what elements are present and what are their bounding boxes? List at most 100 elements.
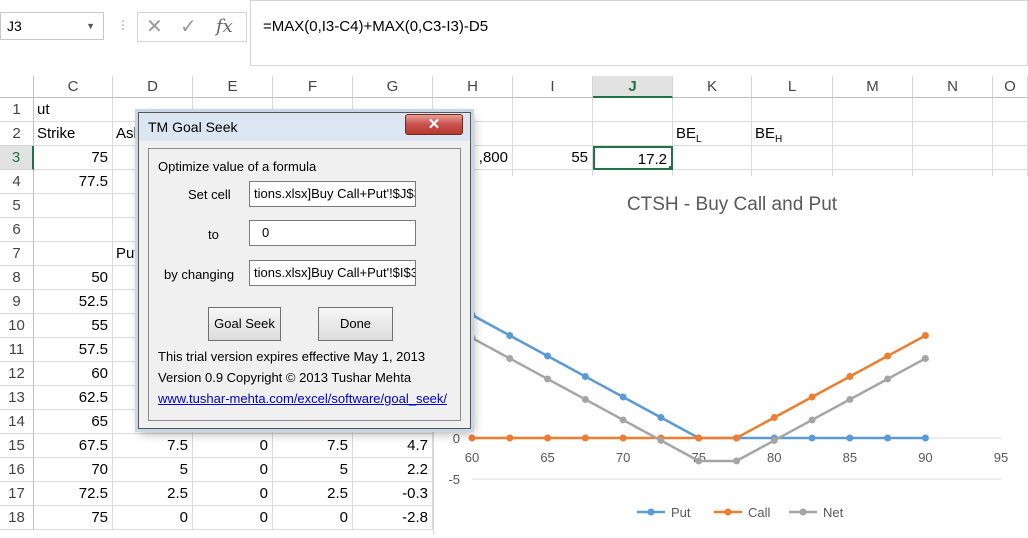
website-link[interactable]: www.tushar-mehta.com/excel/software/goal… bbox=[158, 391, 447, 406]
cell-d18[interactable]: 0 bbox=[113, 506, 193, 530]
row-header-5[interactable]: 5 bbox=[0, 194, 34, 218]
cell-f17[interactable]: 2.5 bbox=[273, 482, 353, 506]
cell-c3[interactable]: 75 bbox=[34, 146, 113, 170]
cell-f15[interactable]: 7.5 bbox=[273, 434, 353, 458]
grid-cell[interactable] bbox=[833, 122, 913, 146]
done-button[interactable]: Done bbox=[318, 307, 393, 341]
grid-cell[interactable] bbox=[913, 98, 993, 122]
column-header-i[interactable]: I bbox=[513, 76, 593, 98]
grid-cell[interactable] bbox=[34, 218, 113, 242]
row-header-4[interactable]: 4 bbox=[0, 170, 34, 194]
row-header-8[interactable]: 8 bbox=[0, 266, 34, 290]
grid-cell[interactable] bbox=[34, 194, 113, 218]
grid-cell[interactable] bbox=[993, 122, 1028, 146]
grid-cell[interactable] bbox=[673, 146, 752, 170]
row-header-1[interactable]: 1 bbox=[0, 98, 34, 122]
cell-c4[interactable]: 77.5 bbox=[34, 170, 113, 194]
cell-d17[interactable]: 2.5 bbox=[113, 482, 193, 506]
row-header-3[interactable]: 3 bbox=[0, 146, 34, 170]
cell-c14[interactable]: 65 bbox=[34, 410, 113, 434]
row-header-10[interactable]: 10 bbox=[0, 314, 34, 338]
row-header-17[interactable]: 17 bbox=[0, 482, 34, 506]
column-header-g[interactable]: G bbox=[353, 76, 433, 98]
cell-e18[interactable]: 0 bbox=[193, 506, 273, 530]
cell-d15[interactable]: 7.5 bbox=[113, 434, 193, 458]
row-header-13[interactable]: 13 bbox=[0, 386, 34, 410]
grid-cell[interactable] bbox=[993, 98, 1028, 122]
row-header-11[interactable]: 11 bbox=[0, 338, 34, 362]
grid-cell[interactable] bbox=[752, 98, 833, 122]
cell-c16[interactable]: 70 bbox=[34, 458, 113, 482]
column-header-d[interactable]: D bbox=[113, 76, 193, 98]
line-chart[interactable]: CTSH - Buy Call and Put0-560657075808590… bbox=[433, 176, 1028, 535]
cancel-icon[interactable]: ✕ bbox=[146, 15, 163, 39]
grid-cell[interactable] bbox=[34, 242, 113, 266]
cell-b1[interactable]: ut bbox=[34, 98, 113, 122]
cell-e16[interactable]: 0 bbox=[193, 458, 273, 482]
cell-c12[interactable]: 60 bbox=[34, 362, 113, 386]
row-header-16[interactable]: 16 bbox=[0, 458, 34, 482]
grid-cell[interactable] bbox=[593, 122, 673, 146]
column-header-f[interactable]: F bbox=[273, 76, 353, 98]
set-cell-input[interactable]: tions.xlsx]Buy Call+Put'!$J$3 bbox=[249, 181, 416, 207]
row-header-18[interactable]: 18 bbox=[0, 506, 34, 530]
row-header-15[interactable]: 15 bbox=[0, 434, 34, 458]
column-header-j[interactable]: J bbox=[593, 76, 673, 98]
name-box[interactable]: J3 ▼ bbox=[0, 12, 104, 40]
column-header-k[interactable]: K bbox=[673, 76, 752, 98]
grid-cell[interactable] bbox=[513, 98, 593, 122]
cell-c2[interactable]: Strike bbox=[34, 122, 113, 146]
row-header-7[interactable]: 7 bbox=[0, 242, 34, 266]
grid-cell[interactable] bbox=[833, 146, 913, 170]
cell-c15[interactable]: 67.5 bbox=[34, 434, 113, 458]
cell-k2[interactable]: BEL bbox=[673, 122, 752, 146]
grid-cell[interactable] bbox=[673, 98, 752, 122]
row-header-9[interactable]: 9 bbox=[0, 290, 34, 314]
chevron-down-icon[interactable]: ▼ bbox=[86, 13, 95, 39]
to-input[interactable]: 0 bbox=[249, 220, 416, 246]
enter-icon[interactable]: ✓ bbox=[180, 15, 197, 39]
goal-seek-button[interactable]: Goal Seek bbox=[208, 307, 281, 341]
column-header-e[interactable]: E bbox=[193, 76, 273, 98]
cell-c11[interactable]: 57.5 bbox=[34, 338, 113, 362]
drag-handle-icon[interactable]: ⋮ bbox=[117, 18, 129, 32]
cell-c9[interactable]: 52.5 bbox=[34, 290, 113, 314]
column-header-h[interactable]: H bbox=[433, 76, 513, 98]
column-header-o[interactable]: O bbox=[993, 76, 1028, 98]
cell-g15[interactable]: 4.7 bbox=[353, 434, 433, 458]
cell-c8[interactable]: 50 bbox=[34, 266, 113, 290]
insert-function-icon[interactable]: fx bbox=[216, 15, 233, 39]
cell-c17[interactable]: 72.5 bbox=[34, 482, 113, 506]
column-header-c[interactable]: C bbox=[34, 76, 113, 98]
column-header-m[interactable]: M bbox=[833, 76, 913, 98]
cell-f16[interactable]: 5 bbox=[273, 458, 353, 482]
grid-cell[interactable] bbox=[593, 98, 673, 122]
row-header-12[interactable]: 12 bbox=[0, 362, 34, 386]
grid-cell[interactable] bbox=[833, 98, 913, 122]
fill-handle[interactable] bbox=[668, 165, 671, 168]
close-icon[interactable]: ✕ bbox=[405, 114, 463, 135]
by-changing-input[interactable]: tions.xlsx]Buy Call+Put'!$I$3 bbox=[249, 260, 416, 286]
column-header-l[interactable]: L bbox=[752, 76, 833, 98]
cell-g18[interactable]: -2.8 bbox=[353, 506, 433, 530]
cell-g16[interactable]: 2.2 bbox=[353, 458, 433, 482]
column-header-n[interactable]: N bbox=[913, 76, 993, 98]
row-header-2[interactable]: 2 bbox=[0, 122, 34, 146]
cell-c18[interactable]: 75 bbox=[34, 506, 113, 530]
cell-e17[interactable]: 0 bbox=[193, 482, 273, 506]
grid-cell[interactable] bbox=[513, 122, 593, 146]
cell-c10[interactable]: 55 bbox=[34, 314, 113, 338]
formula-input[interactable]: =MAX(0,I3-C4)+MAX(0,C3-I3)-D5 bbox=[250, 0, 1028, 66]
cell-e15[interactable]: 0 bbox=[193, 434, 273, 458]
cell-g17[interactable]: -0.3 bbox=[353, 482, 433, 506]
cell-d16[interactable]: 5 bbox=[113, 458, 193, 482]
grid-cell[interactable] bbox=[913, 146, 993, 170]
cell-l2[interactable]: BEH bbox=[752, 122, 833, 146]
grid-cell[interactable] bbox=[913, 122, 993, 146]
active-cell-j3[interactable]: 17.2 bbox=[593, 146, 673, 170]
grid-cell[interactable] bbox=[752, 146, 833, 170]
cell-f18[interactable]: 0 bbox=[273, 506, 353, 530]
select-all-corner[interactable] bbox=[0, 76, 34, 98]
grid-cell[interactable] bbox=[993, 146, 1028, 170]
row-header-6[interactable]: 6 bbox=[0, 218, 34, 242]
